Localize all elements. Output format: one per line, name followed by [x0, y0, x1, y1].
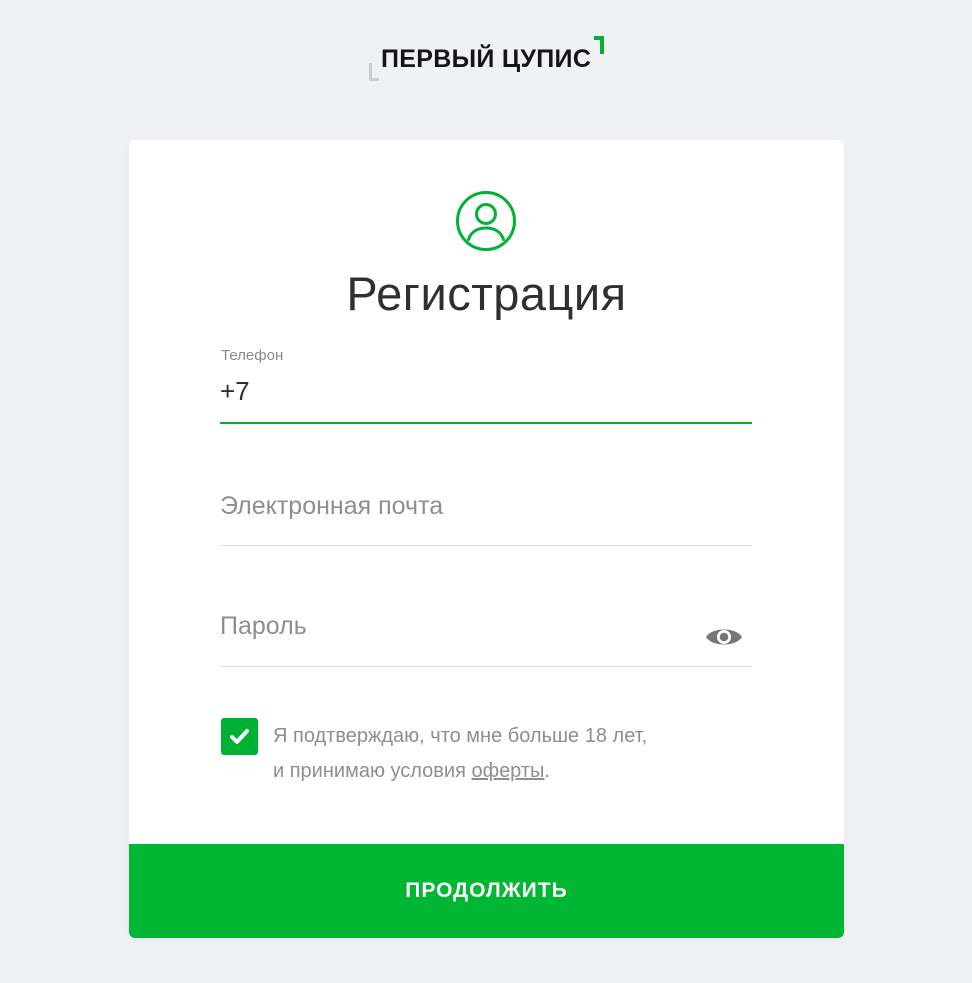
email-underline — [220, 545, 752, 546]
phone-label: Телефон — [221, 347, 284, 364]
logo-bracket-left — [369, 63, 379, 81]
age-consent-line-2-prefix: и принимаю условия — [273, 760, 472, 782]
registration-card: Регистрация Телефон Я подтверждаю, что м… — [129, 140, 844, 938]
password-underline — [220, 666, 752, 667]
phone-underline — [220, 422, 752, 424]
age-consent-text: Я подтверждаю, что мне больше 18 лет, и … — [273, 719, 647, 789]
logo-text: ПЕРВЫЙ ЦУПИС — [381, 45, 592, 73]
password-field — [220, 600, 752, 667]
offer-link[interactable]: оферты — [471, 760, 544, 782]
continue-button[interactable]: ПРОДОЛЖИТЬ — [129, 844, 844, 938]
age-consent-line-2: и принимаю условия оферты. — [273, 754, 647, 789]
page-title: Регистрация — [346, 267, 627, 320]
user-avatar-icon — [456, 191, 516, 251]
phone-field: Телефон — [220, 340, 752, 424]
age-consent-line-1: Я подтверждаю, что мне больше 18 лет, — [273, 725, 648, 747]
password-input[interactable] — [220, 612, 680, 641]
logo[interactable]: ПЕРВЫЙ ЦУПИС — [366, 34, 608, 86]
email-field — [220, 480, 752, 546]
eye-icon[interactable] — [704, 624, 744, 650]
age-consent-checkbox[interactable] — [221, 718, 258, 755]
checkmark-icon — [230, 729, 249, 744]
email-input[interactable] — [220, 492, 680, 521]
age-consent: Я подтверждаю, что мне больше 18 лет, и … — [220, 717, 752, 787]
age-consent-line-2-suffix: . — [544, 760, 550, 782]
logo-bracket-right — [594, 36, 604, 54]
phone-input[interactable] — [220, 376, 680, 407]
